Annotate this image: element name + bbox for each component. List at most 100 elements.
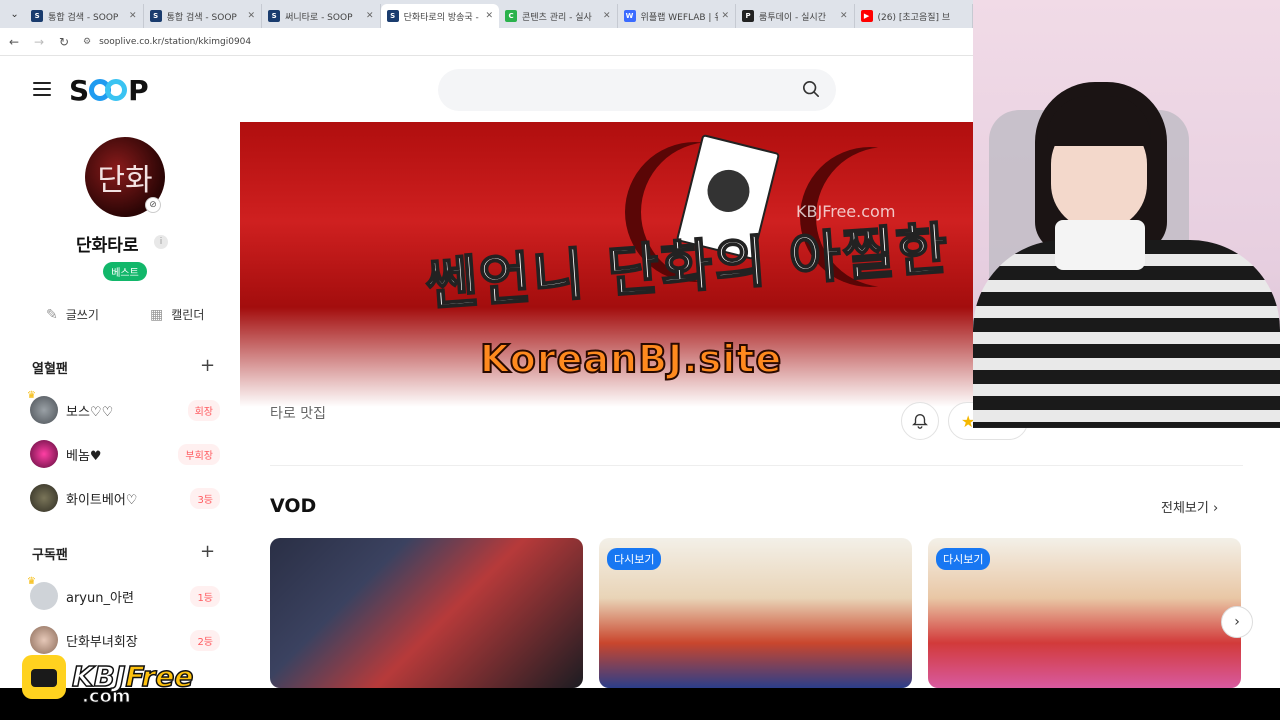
calendar-button[interactable]: ▦ 캘린더 [150, 306, 204, 323]
vod-section-title: VOD [270, 495, 317, 517]
chevron-right-icon: › [1212, 501, 1219, 516]
weflab-favicon-icon: W [623, 10, 636, 22]
carousel-next-button[interactable]: › [1221, 606, 1253, 638]
expand-plus-icon[interactable]: + [200, 357, 215, 375]
tab-title: 단화타로의 방송국 - [403, 12, 479, 23]
tab-7[interactable]: P 룸투데이 - 실시간 ✕ [736, 4, 855, 28]
rank-badge: 회장 [187, 399, 220, 421]
reload-icon[interactable]: ↻ [53, 35, 75, 49]
avatar: ♛ [27, 576, 58, 610]
search-icon[interactable] [802, 80, 820, 98]
avatar [30, 626, 58, 654]
soop-favicon-icon: S [268, 10, 281, 22]
subscriber-fans-title: 구독팬 [32, 548, 68, 563]
see-all-link[interactable]: 전체보기 › [1161, 497, 1218, 516]
close-icon[interactable]: ✕ [486, 11, 494, 21]
rank-badge: 부회장 [178, 443, 220, 465]
back-arrow-icon[interactable]: ← [3, 35, 25, 49]
close-icon[interactable]: ✕ [722, 11, 730, 21]
list-item[interactable]: ♛ 보스♡♡ 회장 [27, 390, 220, 425]
logo-letter-p: P [128, 73, 149, 107]
site-watermark: KoreanBJ.site [479, 336, 783, 382]
tab-title: 통합 검색 - SOOP [48, 12, 119, 23]
roomtoday-favicon-icon: P [742, 10, 755, 22]
list-item[interactable]: 단화부녀회장 2등 [30, 625, 220, 655]
vod-thumbnail[interactable]: 다시보기 [928, 538, 1241, 688]
vod-thumbnail[interactable]: 다시보기 [599, 538, 912, 688]
tab-4-active[interactable]: S 단화타로의 방송국 - ✕ [380, 4, 500, 28]
expand-plus-icon[interactable]: + [200, 543, 215, 561]
logo-oo-icon [89, 79, 128, 101]
tab-6[interactable]: W 위플랩 WEFLAB | 유 ✕ [618, 4, 737, 28]
tab-title: 써니타로 - SOOP [285, 12, 353, 23]
avatar [30, 440, 58, 468]
bell-icon [912, 414, 928, 429]
member-name: 보스♡♡ [66, 404, 114, 420]
crown-icon: ♛ [27, 576, 36, 587]
tab-3[interactable]: S 써니타로 - SOOP ✕ [262, 4, 381, 28]
close-icon[interactable]: ✕ [248, 11, 256, 21]
member-name: aryun_아련 [66, 590, 134, 606]
content-favicon-icon: C [505, 10, 518, 22]
replay-badge: 다시보기 [936, 548, 991, 570]
list-item[interactable]: 베놈♥ 부회장 [30, 439, 220, 469]
tab-title: 위플랩 WEFLAB | 유 [640, 12, 718, 23]
search-input[interactable] [438, 69, 836, 111]
close-icon[interactable]: ✕ [366, 11, 374, 21]
tab-title: (26) [초고음질] 브 [877, 12, 951, 23]
rank-badge: 1등 [190, 585, 220, 607]
info-icon[interactable]: i [154, 235, 168, 249]
divider [270, 465, 1243, 466]
share-icon[interactable]: ⊘ [145, 197, 161, 213]
tab-title: 통합 검색 - SOOP [166, 12, 237, 23]
avatar [30, 484, 58, 512]
youtube-favicon-icon: ▶ [860, 10, 873, 22]
avatar: ♛ [27, 390, 58, 424]
hamburger-menu-icon[interactable] [33, 82, 51, 96]
close-icon[interactable]: ✕ [840, 11, 848, 21]
rank-badge: 3등 [190, 487, 220, 509]
vod-thumbnail[interactable] [270, 538, 583, 688]
webcam-overlay [973, 0, 1280, 428]
soop-favicon-icon: S [149, 10, 162, 22]
site-info-icon[interactable]: ⚙ [83, 37, 91, 47]
tab-8[interactable]: ▶ (26) [초고음질] 브 [855, 4, 974, 28]
notification-bell-button[interactable] [901, 402, 939, 440]
tab-title: 콘텐츠 관리 - 실사 [522, 12, 592, 23]
tab-5[interactable]: C 콘텐츠 관리 - 실사 ✕ [499, 4, 618, 28]
tab-2[interactable]: S 통합 검색 - SOOP ✕ [144, 4, 263, 28]
browser-tab-bar: ⌄ S 통합 검색 - SOOP ✕ S 통합 검색 - SOOP ✕ S 써니타로 - … [0, 0, 974, 28]
soop-favicon-icon: S [31, 10, 44, 22]
chevron-right-icon: › [1234, 614, 1240, 630]
close-icon[interactable]: ✕ [129, 11, 137, 21]
member-name: 화이트베어♡ [66, 492, 138, 508]
write-label: 글쓰기 [65, 308, 99, 322]
tab-1[interactable]: S 통합 검색 - SOOP ✕ [25, 4, 144, 28]
rank-badge: 2등 [190, 629, 220, 651]
url-field[interactable]: ⚙ sooplive.co.kr/station/kkimgi0904 [83, 37, 251, 47]
address-bar: ← → ↻ ⚙ sooplive.co.kr/station/kkimgi090… [0, 28, 973, 56]
banner-title: 쎈언니 단화의 아찔한 [423, 215, 953, 319]
forward-arrow-icon[interactable]: → [28, 35, 50, 49]
replay-badge: 다시보기 [607, 548, 662, 570]
member-name: 베놈♥ [66, 448, 102, 464]
list-item[interactable]: ♛ aryun_아련 1등 [27, 576, 220, 611]
pencil-icon: ✎ [46, 306, 58, 323]
logo-letter-s: S [69, 73, 89, 107]
crown-icon: ♛ [27, 390, 36, 401]
collar-shape [1055, 220, 1145, 270]
write-button[interactable]: ✎ 글쓰기 [46, 306, 99, 323]
tab-search-icon[interactable]: ⌄ [4, 3, 25, 25]
channel-name: 단화타로 [76, 236, 139, 256]
hot-fans-title: 열혈팬 [32, 362, 68, 377]
tab-title: 룸투데이 - 실시간 [759, 12, 826, 23]
logo-free: Free [125, 660, 194, 693]
soop-logo[interactable]: S P [69, 73, 149, 107]
list-item[interactable]: 화이트베어♡ 3등 [30, 483, 220, 513]
member-name: 단화부녀회장 [66, 634, 138, 650]
kbjfree-logo-sub: .com [82, 686, 132, 708]
close-icon[interactable]: ✕ [603, 11, 611, 21]
tv-icon [22, 655, 66, 699]
best-badge: 베스트 [103, 262, 147, 281]
see-all-label: 전체보기 [1161, 501, 1209, 516]
